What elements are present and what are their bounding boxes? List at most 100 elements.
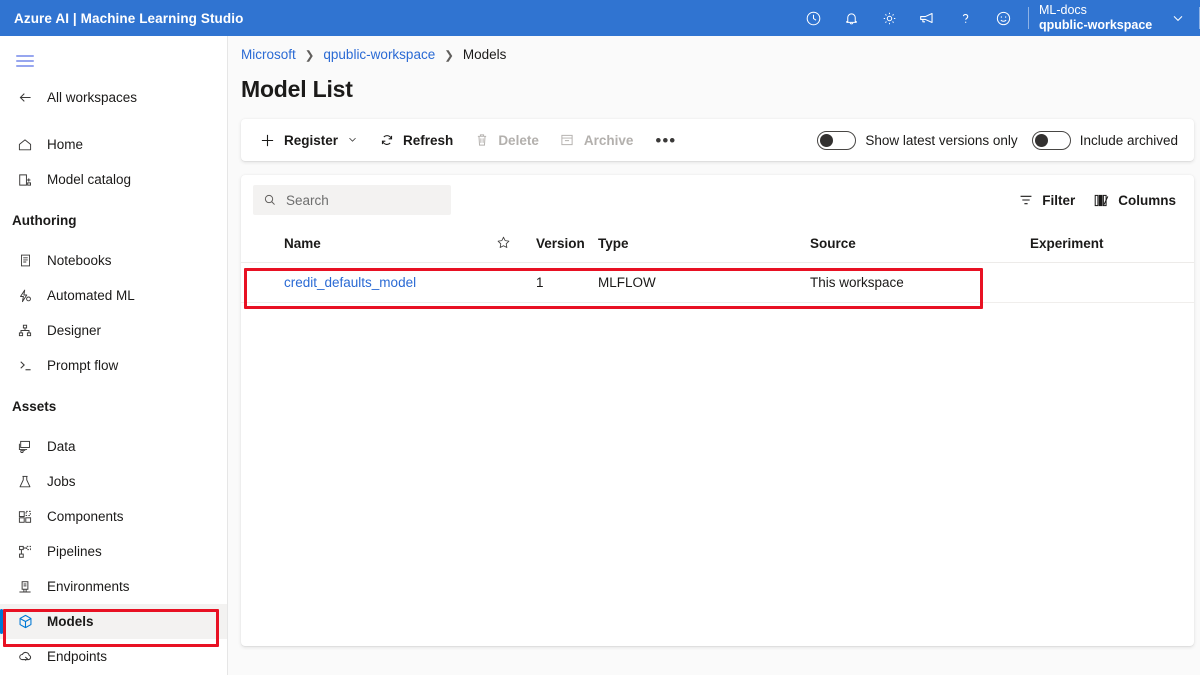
cell-version: 1 <box>536 275 598 290</box>
table-header-row: Name Version Type Source Experiment <box>241 225 1194 263</box>
notebook-icon <box>16 252 34 270</box>
filter-button[interactable]: Filter <box>1017 192 1075 209</box>
refresh-button[interactable]: Refresh <box>368 124 463 156</box>
sidebar-item-components[interactable]: Components <box>0 499 227 534</box>
archive-icon <box>559 132 576 149</box>
refresh-label: Refresh <box>403 133 453 148</box>
include-archived-toggle[interactable] <box>1032 131 1071 150</box>
smiley-feedback-icon[interactable] <box>984 0 1022 36</box>
sidebar-item-designer[interactable]: Designer <box>0 313 227 348</box>
environments-icon <box>16 578 34 596</box>
toggle-knob <box>1035 134 1048 147</box>
register-label: Register <box>284 133 338 148</box>
sidebar-item-label: Endpoints <box>47 649 107 664</box>
sidebar-item-label: Model catalog <box>47 172 131 187</box>
column-header-source[interactable]: Source <box>810 236 1030 251</box>
components-icon <box>16 508 34 526</box>
table-row[interactable]: credit_defaults_model 1 MLFLOW This work… <box>241 263 1194 303</box>
columns-icon <box>1093 192 1110 209</box>
sidebar-item-model-catalog[interactable]: Model catalog <box>0 162 227 197</box>
models-cube-icon <box>16 613 34 631</box>
archive-label: Archive <box>584 133 634 148</box>
sidebar-item-all-workspaces[interactable]: All workspaces <box>0 80 227 115</box>
chevron-down-icon <box>347 133 358 148</box>
model-name-link[interactable]: credit_defaults_model <box>284 275 416 290</box>
model-catalog-icon <box>16 171 34 189</box>
endpoints-icon <box>16 648 34 666</box>
include-archived-toggle-wrap: Include archived <box>1032 131 1178 150</box>
sidebar-item-label: Automated ML <box>47 288 135 303</box>
sidebar-item-prompt-flow[interactable]: Prompt flow <box>0 348 227 383</box>
automated-ml-icon <box>16 287 34 305</box>
sidebar-item-label: Designer <box>47 323 101 338</box>
home-icon <box>16 136 34 154</box>
columns-button[interactable]: Columns <box>1093 192 1176 209</box>
sidebar-item-automated-ml[interactable]: Automated ML <box>0 278 227 313</box>
sidebar-item-data[interactable]: Data <box>0 429 227 464</box>
register-button[interactable]: Register <box>249 124 368 156</box>
chevron-down-icon[interactable] <box>1163 0 1193 36</box>
cell-type: MLFLOW <box>598 275 810 290</box>
column-header-type[interactable]: Type <box>598 236 810 251</box>
sidebar-item-home[interactable]: Home <box>0 127 227 162</box>
sidebar-item-label: Prompt flow <box>47 358 118 373</box>
breadcrumb-item-workspace[interactable]: qpublic-workspace <box>323 47 435 62</box>
list-toolbar-actions: Filter Columns <box>1017 192 1184 209</box>
delete-button: Delete <box>463 124 549 156</box>
archive-button: Archive <box>549 124 644 156</box>
sidebar-item-label: All workspaces <box>47 90 137 105</box>
notification-bell-icon[interactable] <box>832 0 870 36</box>
page-title: Model List <box>228 62 1200 103</box>
column-header-name[interactable]: Name <box>284 236 496 251</box>
arrow-left-icon <box>16 89 34 107</box>
star-outline-icon <box>496 235 511 253</box>
sidebar-item-label: Pipelines <box>47 544 102 559</box>
sidebar-group-authoring: Authoring <box>0 205 227 235</box>
plus-icon <box>259 132 276 149</box>
app-brand-title: Azure AI | Machine Learning Studio <box>0 11 243 26</box>
header-actions: ML-docs qpublic-workspace <box>794 0 1200 36</box>
more-commands-button[interactable]: ••• <box>643 132 688 149</box>
show-latest-versions-toggle[interactable] <box>817 131 856 150</box>
filter-icon <box>1017 192 1034 209</box>
column-header-favorite[interactable] <box>496 235 536 253</box>
workspace-directory: ML-docs <box>1039 3 1159 18</box>
app-header: Azure AI | Machine Learning Studio <box>0 0 1200 36</box>
refresh-icon <box>378 132 395 149</box>
sidebar-item-endpoints[interactable]: Endpoints <box>0 639 227 674</box>
show-latest-versions-label: Show latest versions only <box>865 133 1017 148</box>
search-box[interactable] <box>253 185 451 215</box>
sidebar-item-label: Home <box>47 137 83 152</box>
main-content: Microsoft ❯ qpublic-workspace ❯ Models M… <box>228 36 1200 675</box>
sidebar-item-pipelines[interactable]: Pipelines <box>0 534 227 569</box>
help-question-icon[interactable] <box>946 0 984 36</box>
sidebar-item-label: Data <box>47 439 76 454</box>
hamburger-menu-icon[interactable] <box>0 44 44 78</box>
list-toolbar: Filter Columns <box>241 175 1194 225</box>
include-archived-label: Include archived <box>1080 133 1178 148</box>
sidebar-item-label: Models <box>47 614 94 629</box>
breadcrumb-item-microsoft[interactable]: Microsoft <box>241 47 296 62</box>
toggle-knob <box>820 134 833 147</box>
settings-gear-icon[interactable] <box>870 0 908 36</box>
delete-label: Delete <box>498 133 539 148</box>
feedback-megaphone-icon[interactable] <box>908 0 946 36</box>
breadcrumb: Microsoft ❯ qpublic-workspace ❯ Models <box>228 36 1200 62</box>
sidebar-item-label: Environments <box>47 579 130 594</box>
breadcrumb-item-models: Models <box>463 47 507 62</box>
sidebar-item-jobs[interactable]: Jobs <box>0 464 227 499</box>
search-input[interactable] <box>286 193 426 208</box>
sidebar-item-models[interactable]: Models <box>0 604 227 639</box>
show-latest-versions-toggle-wrap: Show latest versions only <box>817 131 1017 150</box>
data-icon <box>16 438 34 456</box>
clock-icon[interactable] <box>794 0 832 36</box>
search-icon <box>263 193 277 207</box>
workspace-name: qpublic-workspace <box>1039 18 1159 33</box>
column-header-version[interactable]: Version <box>536 236 598 251</box>
breadcrumb-separator: ❯ <box>305 48 315 62</box>
sidebar-item-notebooks[interactable]: Notebooks <box>0 243 227 278</box>
column-header-experiment[interactable]: Experiment <box>1030 236 1190 251</box>
columns-label: Columns <box>1118 193 1176 208</box>
workspace-switcher[interactable]: ML-docs qpublic-workspace <box>1039 3 1163 34</box>
sidebar-item-environments[interactable]: Environments <box>0 569 227 604</box>
